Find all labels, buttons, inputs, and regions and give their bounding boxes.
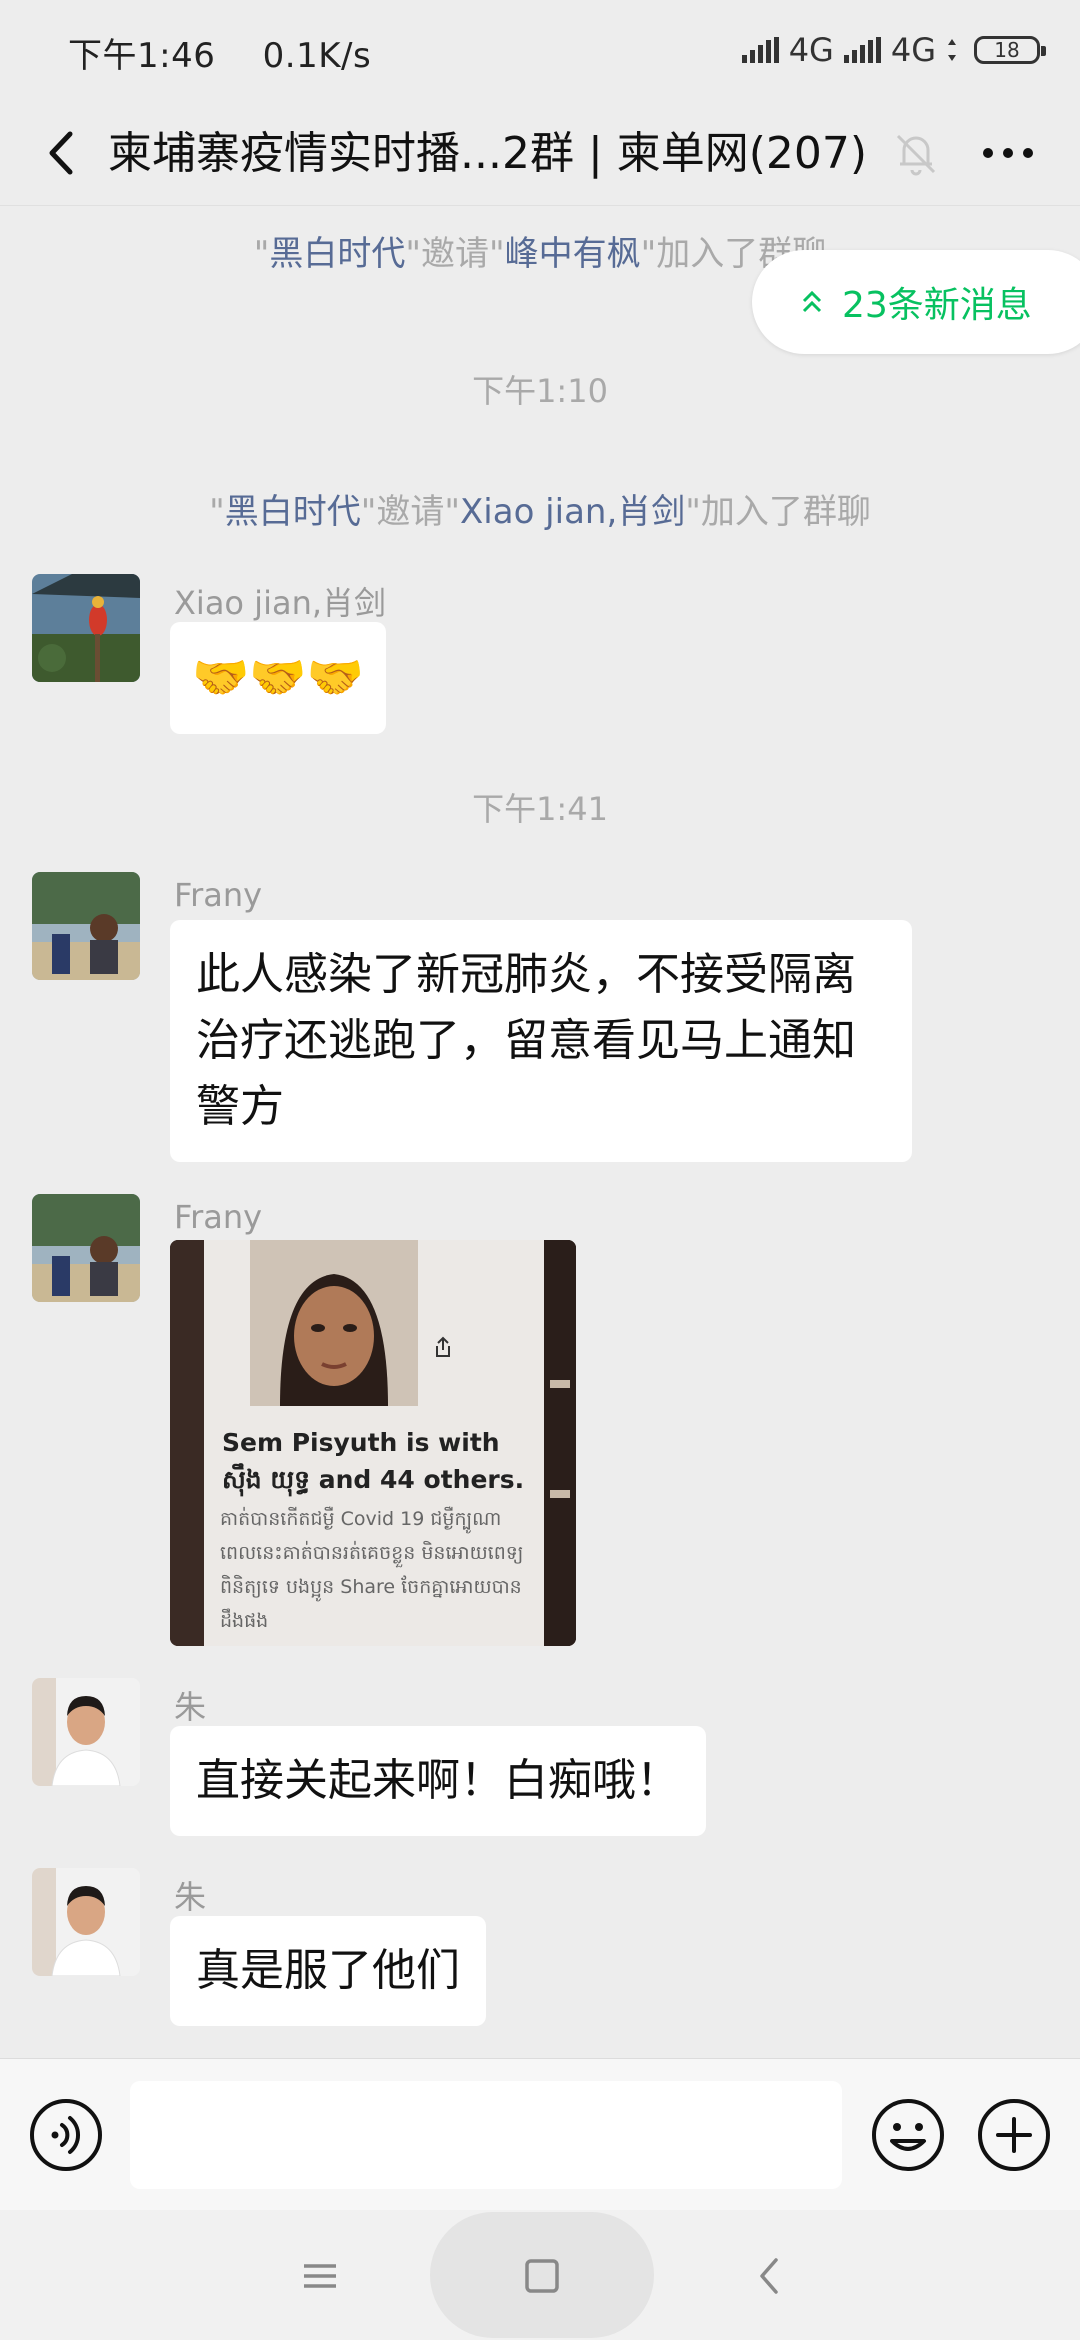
signal-icon-2 [843,37,881,63]
avatar[interactable] [32,1194,140,1302]
message-text: 真是服了他们 [196,1945,460,1996]
message-text: 直接关起来啊！白痴哦！ [196,1755,680,1806]
square-icon [525,2259,559,2293]
new-messages-label: 23条新消息 [842,285,1032,326]
status-right: 4G 4G 18 [741,28,1046,72]
message-bubble[interactable]: 真是服了他们 [170,1916,486,2026]
invitee-name[interactable]: Xiao jian,肖剑 [460,492,685,532]
image-message[interactable]: Sem Pisyuth is with ស៊ឹង យុទ្ធ and 44 ot… [170,1240,576,1646]
back-button[interactable] [28,118,98,188]
message-text-line: 警方 [196,1081,284,1132]
message-text-line: 治疗还逃跑了，留意看见马上通知 [196,1015,856,1066]
sender-name: Frany [174,876,263,914]
data-arrows-icon [948,39,956,61]
invitee-name[interactable]: 峰中有枫 [505,234,641,274]
new-messages-button[interactable]: 23条新消息 [752,250,1080,354]
back-arrow-icon [760,2258,778,2294]
system-navigation-bar [0,2210,1080,2340]
smiley-icon [872,2099,944,2171]
chat-header: 柬埔寨疫情实时播...2群 | 柬单网(207) [0,100,1080,206]
voice-icon [30,2099,102,2171]
avatar[interactable] [32,872,140,980]
input-bar [0,2058,1080,2210]
voice-input-button[interactable] [28,2097,104,2173]
chevron-left-icon [49,131,73,175]
sender-name: Frany [174,1198,263,1236]
message-text-line: 此人感染了新冠肺炎，不接受隔离 [196,949,856,1000]
back-nav-button[interactable] [740,2246,800,2306]
chat-title: 柬埔寨疫情实时播...2群 | 柬单网(207) [108,128,868,179]
avatar[interactable] [32,1678,140,1786]
network-type-2: 4G [890,31,936,69]
system-message-invite: "黑白时代"邀请"Xiao jian,肖剑"加入了群聊 [209,492,871,532]
message-bubble[interactable]: 🤝🤝🤝 [170,622,386,734]
avatar[interactable] [32,1868,140,1976]
more-functions-button[interactable] [976,2097,1052,2173]
timestamp: 下午1:41 [472,790,608,828]
message-input[interactable] [130,2081,842,2189]
menu-icon [304,2264,336,2288]
poster-body: គាត់បានកើតជម្ងឺ Covid 19 ជម្ងឺក្បូណា ពេល… [220,1508,524,1632]
network-type-1: 4G [788,31,834,69]
sender-name: 朱 [174,1688,207,1726]
status-speed: 0.1K/s [262,36,372,76]
double-chevron-up-icon [802,290,822,313]
mute-bell-icon [884,120,948,184]
ellipsis-icon [983,148,1033,158]
home-nav-button[interactable] [512,2246,572,2306]
status-time: 下午1:46 [68,36,216,76]
poster-headline: Sem Pisyuth is with ស៊ឹង យុទ្ធ and 44 ot… [222,1428,525,1494]
sender-name: 朱 [174,1878,207,1916]
poster-portrait [250,1240,418,1406]
inviter-name[interactable]: 黑白时代 [269,234,405,274]
status-left: 下午1:46 0.1K/s [68,28,407,77]
battery-icon: 18 [974,36,1046,64]
more-options-button[interactable] [968,118,1048,188]
share-icon [436,1336,450,1357]
sender-name: Xiao jian,肖剑 [174,584,387,622]
message-bubble[interactable]: 直接关起来啊！白痴哦！ [170,1726,706,1836]
signal-icon [741,37,779,63]
menu-nav-button[interactable] [290,2246,350,2306]
timestamp: 下午1:10 [472,372,608,410]
emoji-button[interactable] [870,2097,946,2173]
avatar[interactable] [32,574,140,682]
message-text: 🤝🤝🤝 [192,650,364,704]
message-bubble[interactable]: 此人感染了新冠肺炎，不接受隔离 治疗还逃跑了，留意看见马上通知 警方 [170,920,912,1162]
inviter-name[interactable]: 黑白时代 [225,492,361,532]
plus-icon [978,2099,1050,2171]
status-bar: 下午1:46 0.1K/s 4G 4G 18 [0,0,1080,100]
